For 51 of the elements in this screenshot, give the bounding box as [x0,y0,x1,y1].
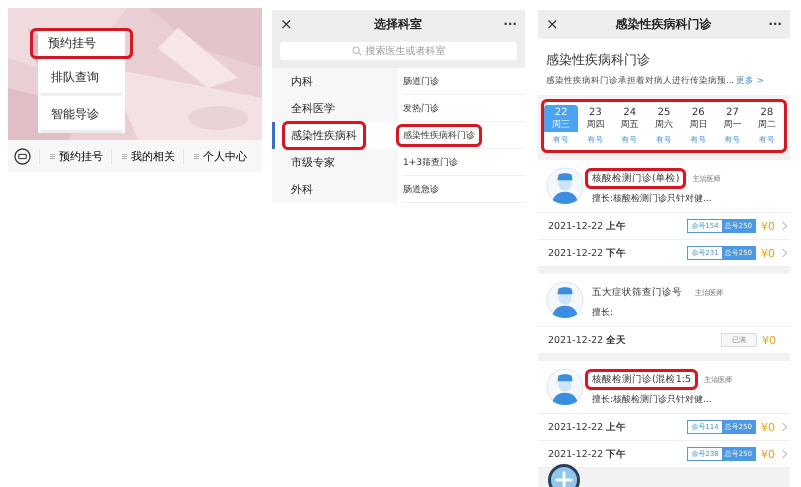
department-item[interactable]: 感染性疾病科 [282,121,366,150]
tab-label[interactable]: 个人中心 [203,148,247,164]
clinic-description: 感染性疾病科门诊承担着对病人进行传染病预... [546,76,734,86]
close-icon[interactable]: × [546,15,559,33]
add-button[interactable] [548,464,580,487]
menu-item[interactable]: 排队查询 [38,59,125,96]
screen-title: 选择科室 [372,16,423,32]
clinic-item[interactable]: 发热门诊 [396,96,446,120]
menu-icon [122,154,127,158]
avatar-icon [546,167,584,205]
menu-icon [194,154,199,158]
close-icon[interactable]: × [280,15,293,33]
more-icon[interactable]: ··· [768,17,782,31]
avatar-icon [546,281,584,319]
more-link[interactable]: 更多 > [736,76,764,86]
department-item[interactable]: 市级专家 [282,148,344,177]
keyboard-icon[interactable] [14,148,31,164]
screen-title: 感染性疾病科门诊 [614,16,712,32]
clinic-item[interactable]: 1+3筛查门诊 [396,150,465,174]
slot-date: 2021-12-22 全天 [548,334,626,346]
doctor-specialty: 擅长:核酸检测门诊只针对健... [592,192,713,204]
department-item[interactable]: 外科 [282,175,322,204]
menu-item[interactable]: 智能导诊 [38,96,125,133]
menu-icon [50,154,55,158]
doctor-specialty: 擅长: [592,306,614,318]
clinic-item[interactable]: 肠道急诊 [396,178,446,200]
price: ¥0 [762,334,776,346]
department-item[interactable]: 内科 [282,67,322,96]
tab-label[interactable]: 预约挂号 [59,148,103,164]
more-icon[interactable]: ··· [503,17,517,31]
price: ¥0 [761,420,775,434]
clinic-item[interactable]: 肠道门诊 [396,70,446,92]
menu-item[interactable]: 预约挂号 [30,28,133,59]
slot-date: 2021-12-22 下午 [548,246,626,260]
slot-date: 2021-12-22 下午 [548,448,626,460]
doctor-name: 核酸检测门诊(单检) [585,168,686,188]
doctor-specialty: 擅长:核酸检测门诊只针对健... [592,394,713,406]
doctor-name: 核酸检测门诊(混检1:5 [585,368,698,390]
clinic-heading: 感染性疾病科门诊 [546,52,651,69]
avatar-icon [546,368,584,406]
clinic-item[interactable]: 感染性疾病科门诊 [396,124,482,146]
doctor-name: 五大症状筛查门诊号 [591,286,683,300]
plus-icon [554,470,574,487]
price: ¥0 [761,246,775,260]
department-item[interactable]: 全科医学 [282,94,344,123]
price: ¥0 [761,220,775,232]
search-icon [352,46,362,56]
slot-date: 2021-12-22 上午 [548,220,626,232]
slot-date: 2021-12-22 上午 [548,420,626,434]
price: ¥0 [761,448,775,460]
tab-label[interactable]: 我的相关 [131,148,175,164]
